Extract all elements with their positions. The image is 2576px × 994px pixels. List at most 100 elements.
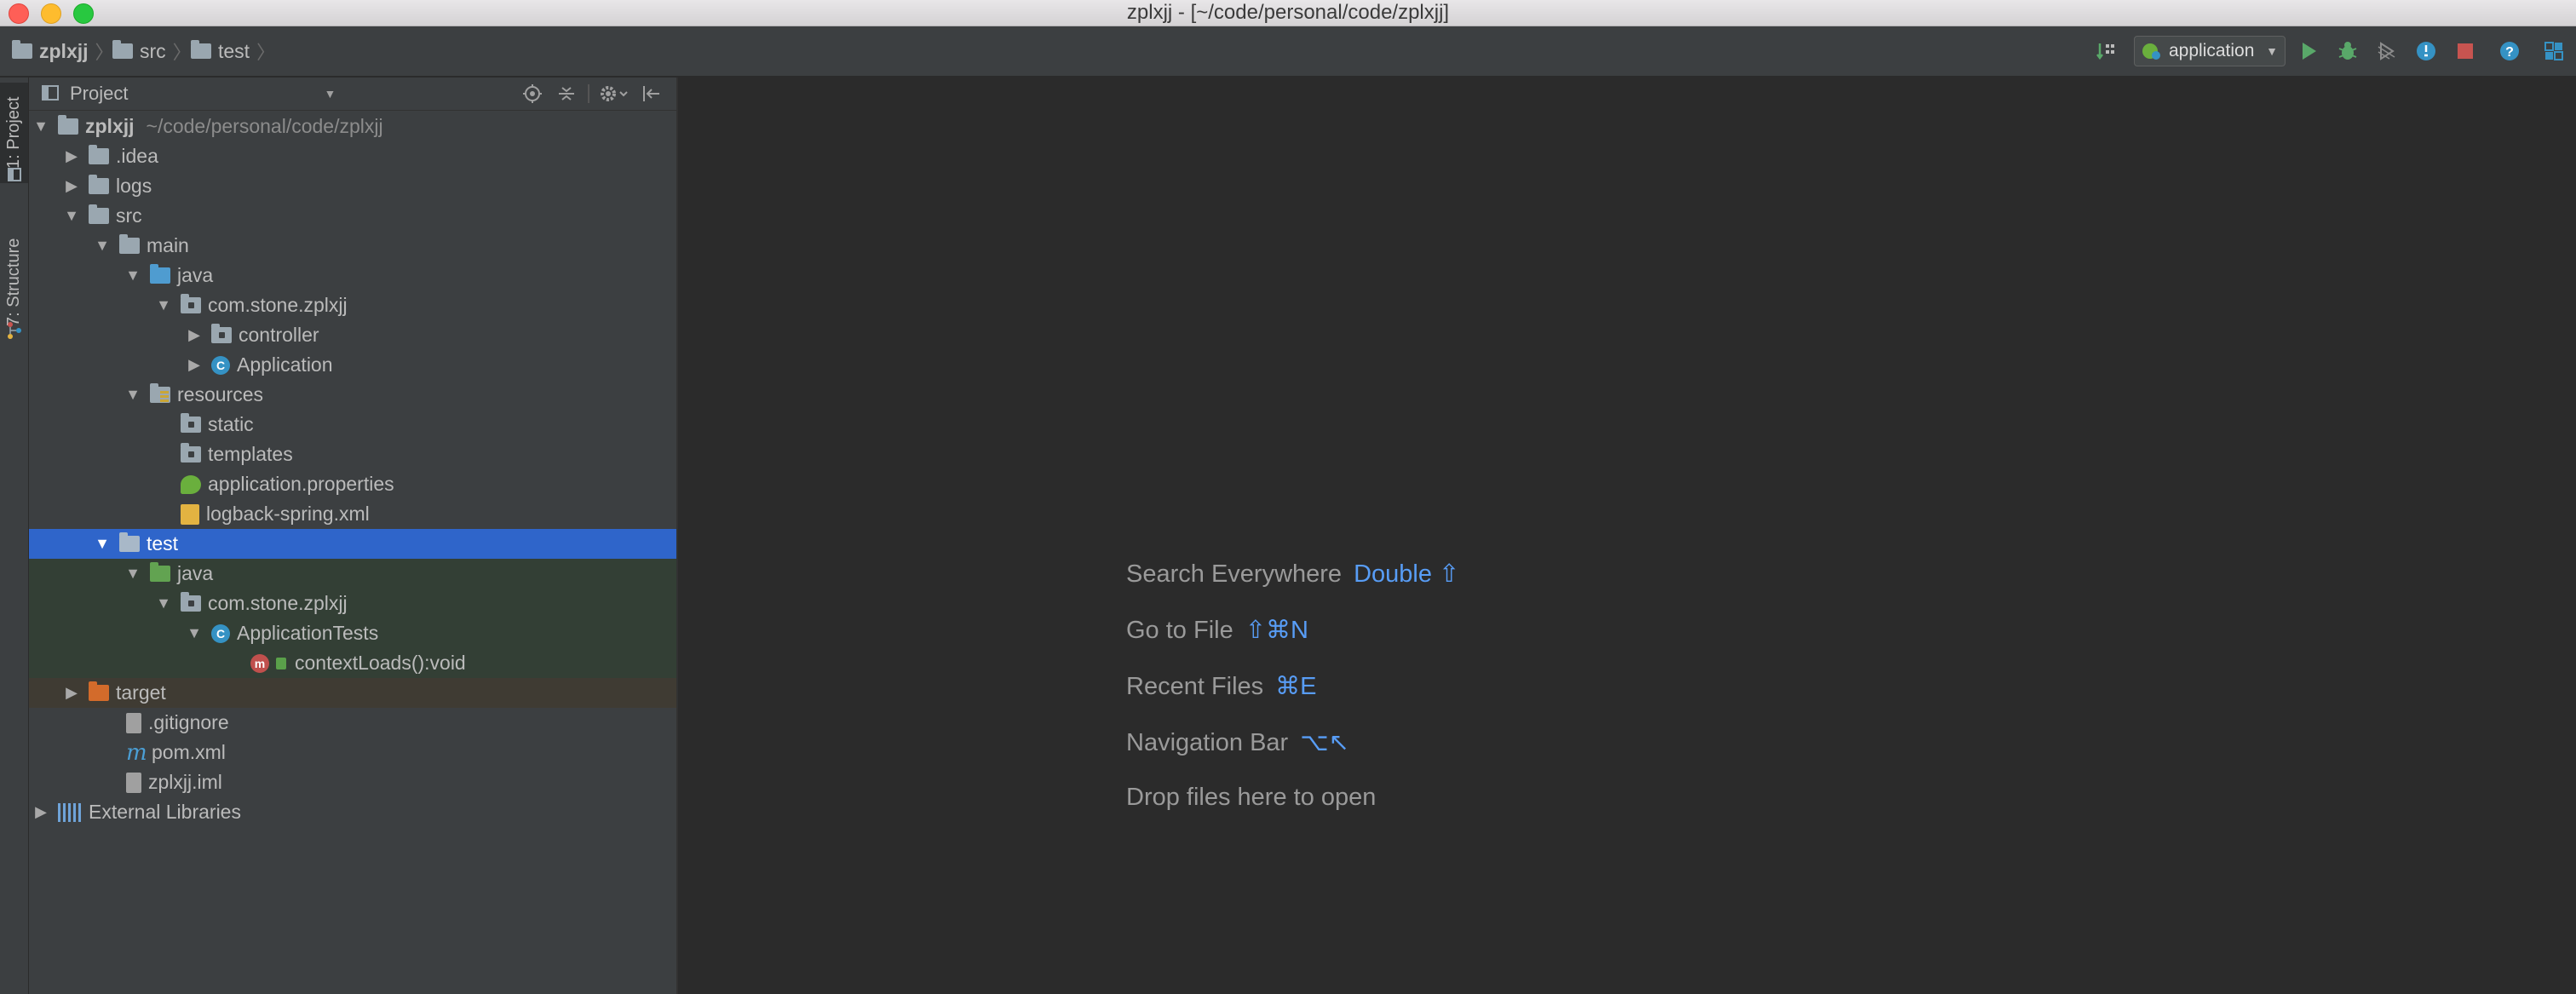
chevron-down-icon[interactable]: ▼ (63, 207, 80, 225)
xml-file-icon (181, 503, 199, 525)
folder-icon (181, 413, 201, 433)
tree-item-main[interactable]: ▼ main (29, 231, 676, 261)
tree-item-pom[interactable]: m pom.xml (29, 738, 676, 767)
maven-icon: m (126, 739, 147, 766)
folder-icon (89, 145, 109, 164)
tree-item-iml[interactable]: zplxjj.iml (29, 767, 676, 797)
profiler-icon[interactable] (2415, 40, 2437, 62)
stop-icon[interactable] (2454, 40, 2476, 62)
breadcrumb-item-test[interactable]: test 〉 (191, 26, 275, 76)
chevron-down-icon[interactable]: ▼ (94, 535, 111, 553)
project-structure-icon[interactable] (2543, 40, 2565, 62)
tree-item-resources[interactable]: ▼ resources (29, 380, 676, 410)
tree-item-main-java[interactable]: ▼ java (29, 261, 676, 290)
project-view-selector[interactable]: Project (70, 83, 128, 105)
chevron-right-icon: 〉 (256, 42, 276, 63)
editor-area[interactable]: Search Everywhere Double ⇧ Go to File ⇧⌘N … (678, 78, 2576, 994)
chevron-down-icon[interactable]: ▼ (32, 118, 49, 135)
spring-properties-icon (181, 474, 201, 494)
hide-panel-icon[interactable] (641, 83, 663, 105)
tree-item-application-tests[interactable]: ▼ C ApplicationTests (29, 618, 676, 648)
folder-icon (112, 40, 133, 59)
chevron-right-icon[interactable]: ▶ (186, 356, 203, 374)
toolbar-divider (588, 84, 589, 103)
chevron-right-icon[interactable]: ▶ (63, 147, 80, 165)
debug-icon[interactable] (2337, 40, 2359, 62)
module-folder-icon (58, 115, 78, 135)
package-icon (181, 592, 201, 612)
tree-item-external-libraries[interactable]: ▶ External Libraries (29, 797, 676, 827)
tree-item-controller[interactable]: ▶ controller (29, 320, 676, 350)
run-icon[interactable] (2297, 40, 2320, 62)
library-icon (58, 802, 82, 822)
help-icon[interactable]: ? (2498, 40, 2521, 62)
chevron-down-icon[interactable]: ▼ (324, 87, 336, 101)
tree-item-target[interactable]: ▶ target (29, 678, 676, 708)
collapse-all-icon[interactable] (555, 83, 578, 105)
resources-folder-icon (150, 383, 170, 403)
tree-item-application-properties[interactable]: application.properties (29, 469, 676, 499)
tree-item-idea[interactable]: ▶ .idea (29, 141, 676, 171)
tip-go-to-file: Go to File ⇧⌘N (1126, 617, 1308, 644)
spring-boot-class-icon: C (211, 355, 230, 375)
chevron-down-icon[interactable]: ▼ (124, 267, 141, 284)
chevron-down-icon: ▼ (2266, 44, 2278, 58)
build-icon[interactable] (2096, 40, 2118, 62)
breadcrumb-item-src[interactable]: src 〉 (112, 26, 192, 76)
run-configuration-dropdown[interactable]: application ▼ (2134, 36, 2286, 66)
chevron-down-icon[interactable]: ▼ (155, 296, 172, 314)
chevron-down-icon[interactable]: ▼ (124, 386, 141, 404)
tree-item-root[interactable]: ▼ zplxjj ~/code/personal/code/zplxjj (29, 112, 676, 141)
folder-icon (12, 40, 32, 59)
file-icon (126, 712, 141, 733)
chevron-down-icon[interactable]: ▼ (124, 565, 141, 583)
tree-item-test[interactable]: ▼ test (29, 529, 676, 559)
tree-item-main-package[interactable]: ▼ com.stone.zplxjj (29, 290, 676, 320)
excluded-folder-icon (89, 681, 109, 701)
chevron-right-icon[interactable]: ▶ (32, 803, 49, 821)
test-class-icon: C (211, 623, 230, 643)
test-source-folder-icon (150, 562, 170, 582)
folder-icon (181, 443, 201, 463)
tree-item-gitignore[interactable]: .gitignore (29, 708, 676, 738)
navigation-bar: zplxjj 〉 src 〉 test 〉 application ▼ ? (0, 26, 2576, 78)
tree-item-context-loads[interactable]: m contextLoads():void (29, 648, 676, 678)
chevron-down-icon[interactable]: ▼ (94, 237, 111, 255)
coverage-icon[interactable] (2376, 40, 2398, 62)
tree-item-templates[interactable]: templates (29, 440, 676, 469)
tip-recent-files: Recent Files ⌘E (1126, 673, 1317, 700)
structure-tool-icon (8, 322, 21, 339)
folder-icon (119, 234, 140, 254)
tree-item-src[interactable]: ▼ src (29, 201, 676, 231)
svg-text:?: ? (2505, 45, 2514, 60)
chevron-right-icon[interactable]: ▶ (63, 177, 80, 195)
chevron-right-icon[interactable]: ▶ (63, 684, 80, 702)
tree-item-application[interactable]: ▶ C Application (29, 350, 676, 380)
window-title: zplxjj - [~/code/personal/code/zplxjj] (1126, 1, 1450, 24)
tree-item-test-package[interactable]: ▼ com.stone.zplxjj (29, 589, 676, 618)
breadcrumb-item-project[interactable]: zplxjj 〉 (12, 26, 114, 76)
folder-icon (89, 175, 109, 194)
tree-item-static[interactable]: static (29, 410, 676, 440)
package-icon (211, 324, 232, 343)
tree-item-test-java[interactable]: ▼ java (29, 559, 676, 589)
tree-item-logs[interactable]: ▶ logs (29, 171, 676, 201)
tip-drop-files: Drop files here to open (1126, 784, 1377, 811)
tree-item-logback[interactable]: logback-spring.xml (29, 499, 676, 529)
lock-icon (276, 657, 286, 669)
spring-boot-icon (2142, 43, 2160, 60)
chevron-down-icon[interactable]: ▼ (186, 624, 203, 642)
folder-icon (119, 532, 140, 552)
locate-file-icon[interactable] (521, 83, 543, 105)
chevron-down-icon[interactable]: ▼ (155, 595, 172, 612)
folder-icon (89, 204, 109, 224)
title-bar: zplxjj - [~/code/personal/code/zplxjj] (0, 0, 2576, 26)
tip-navigation-bar: Navigation Bar ⌥↖ (1126, 729, 1349, 756)
left-tool-strip: 1: Project 7: Structure (0, 78, 29, 994)
chevron-right-icon: 〉 (172, 42, 192, 63)
gear-icon[interactable] (598, 83, 629, 105)
source-folder-icon (150, 264, 170, 284)
chevron-right-icon: 〉 (95, 42, 114, 63)
project-panel-header: Project ▼ (29, 78, 676, 111)
chevron-right-icon[interactable]: ▶ (186, 326, 203, 344)
